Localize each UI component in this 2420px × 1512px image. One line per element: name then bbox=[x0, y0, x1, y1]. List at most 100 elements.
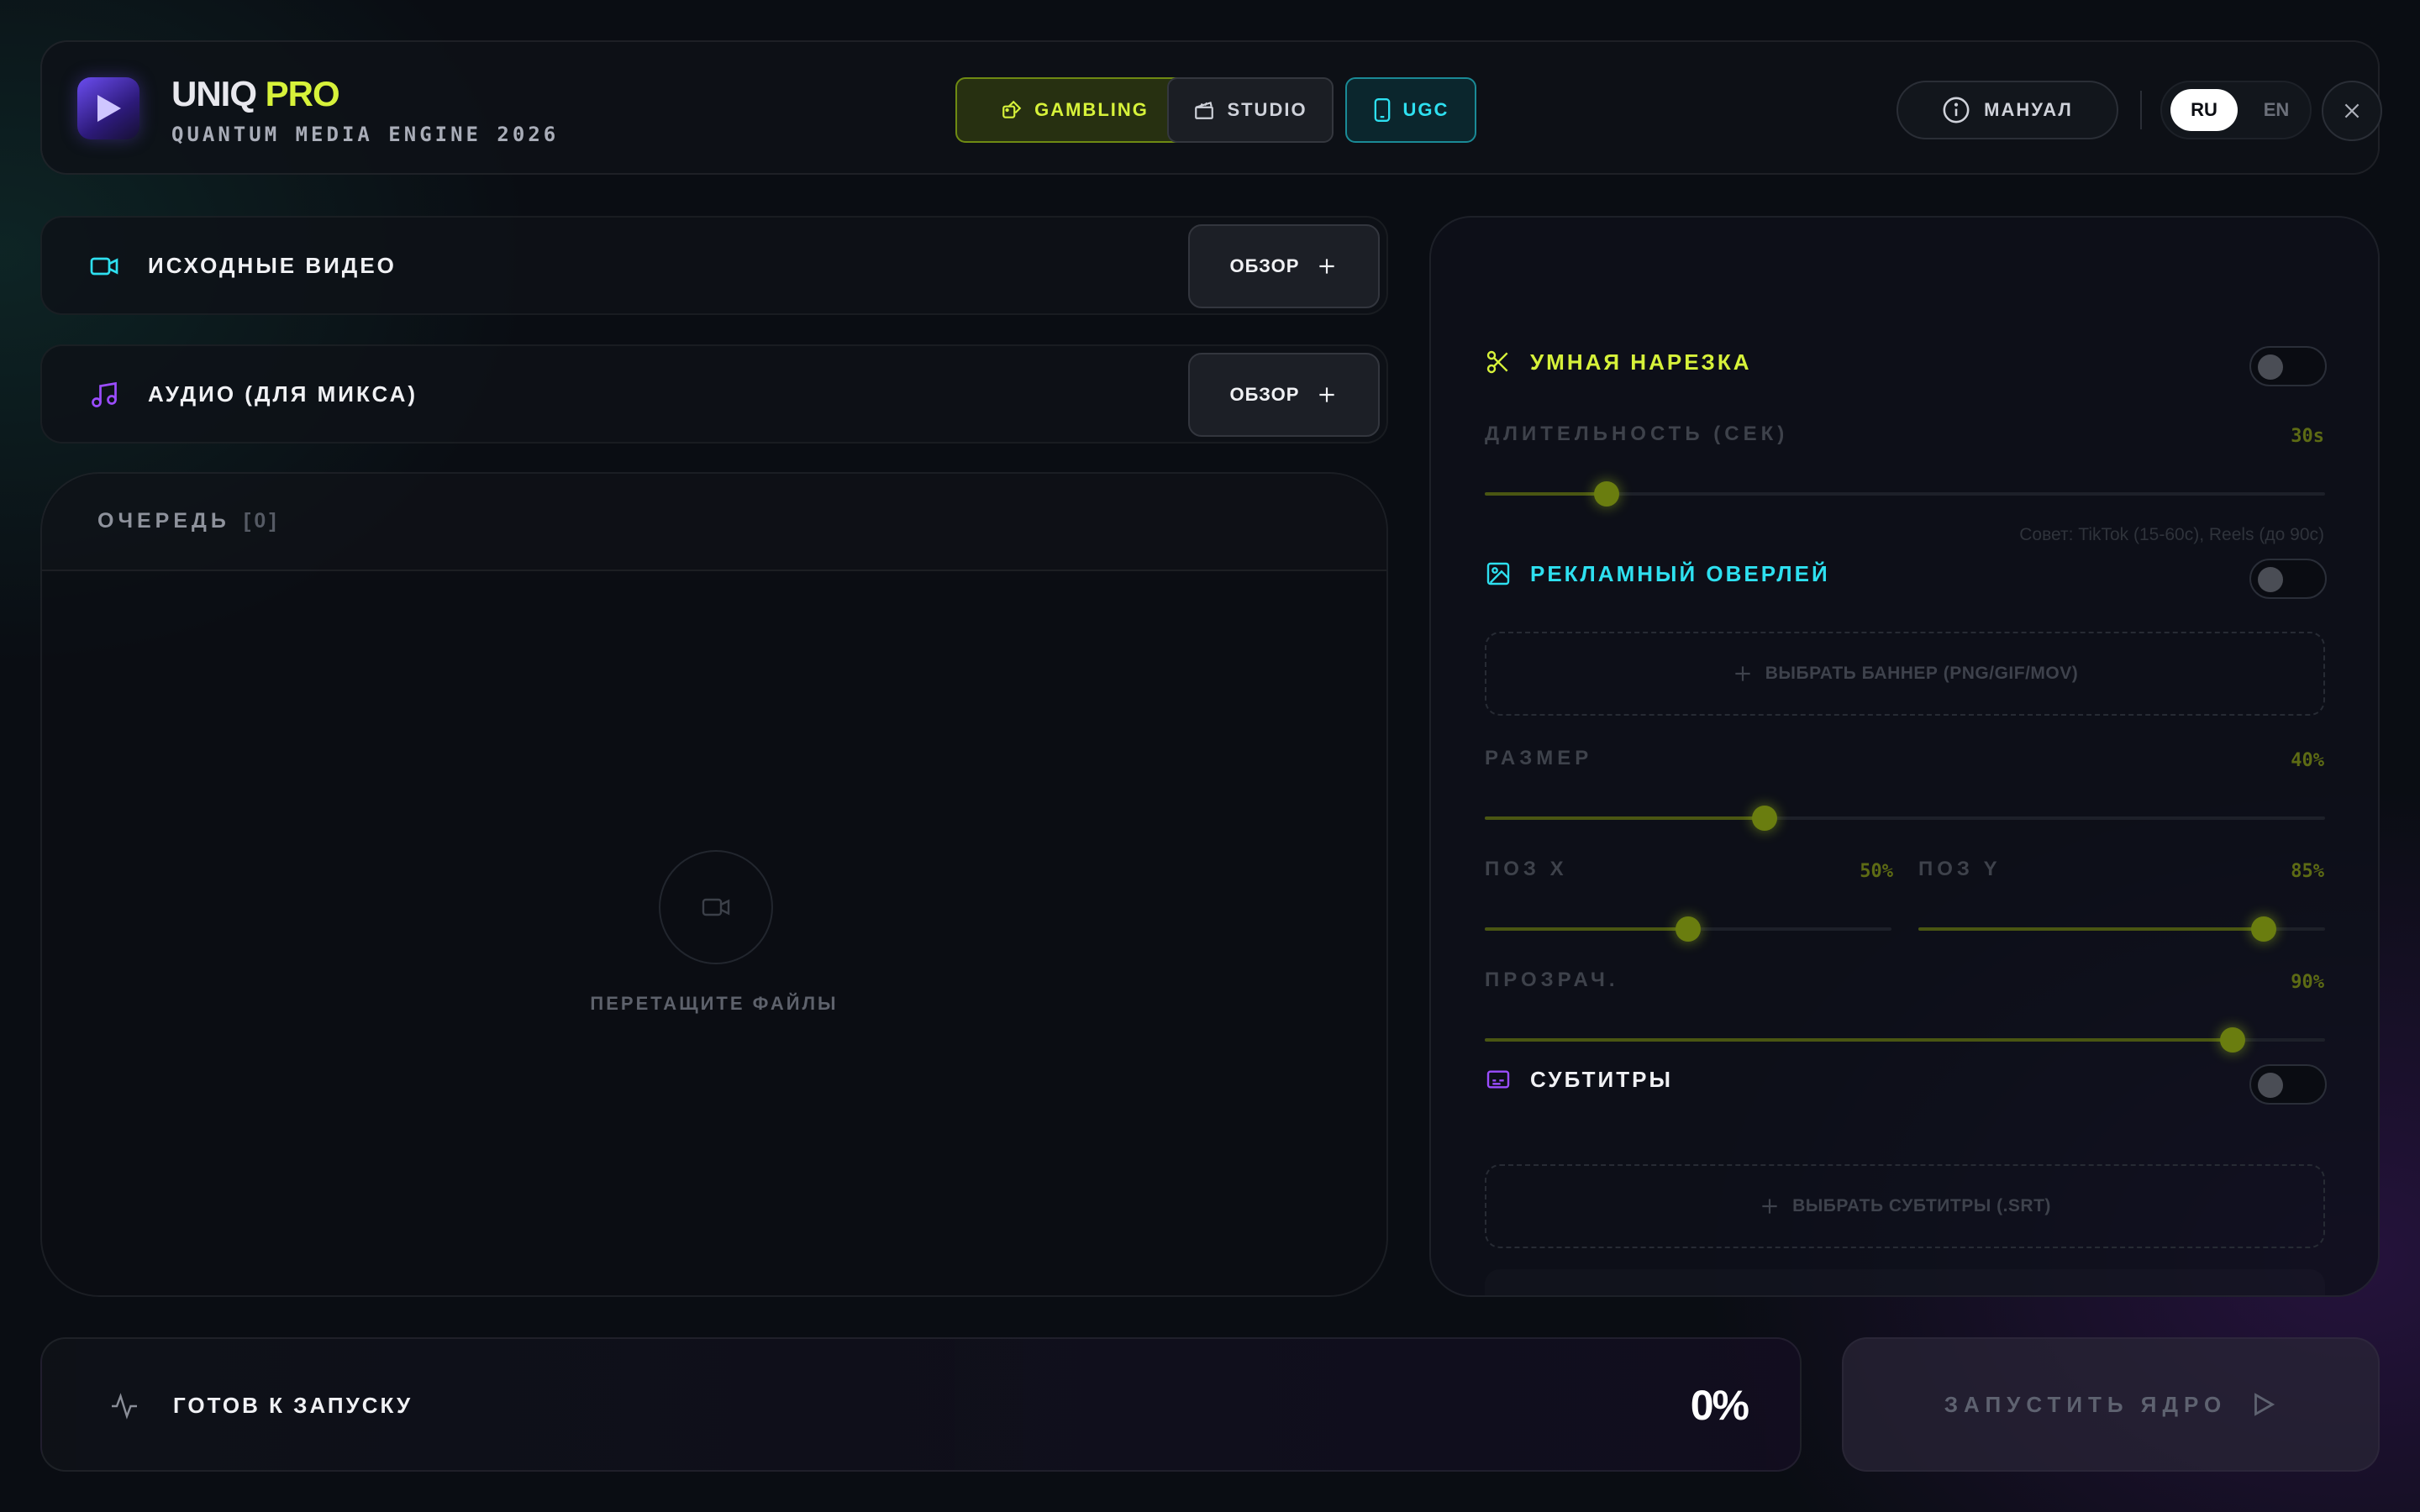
overlay-toggle[interactable] bbox=[2249, 559, 2327, 599]
mode-ugc-label: UGC bbox=[1402, 99, 1449, 120]
music-note-icon bbox=[92, 381, 117, 407]
opacity-slider-thumb[interactable] bbox=[2220, 1027, 2245, 1053]
size-value: 40% bbox=[2291, 750, 2324, 771]
brand-accent: PRO bbox=[265, 74, 340, 113]
drop-zone-text: ПЕРЕТАЩИТЕ ФАЙЛЫ bbox=[590, 993, 839, 1014]
language-switch: RU EN bbox=[2160, 81, 2312, 139]
close-button[interactable] bbox=[2322, 81, 2382, 141]
plus-icon bbox=[1319, 387, 1335, 402]
plus-icon bbox=[1319, 259, 1335, 274]
posy-slider-thumb[interactable] bbox=[2251, 916, 2277, 942]
brand-main: UNIQ bbox=[171, 74, 257, 113]
info-icon bbox=[1943, 97, 1970, 123]
close-icon bbox=[2344, 103, 2360, 118]
posy-label: ПОЗ Y bbox=[1918, 858, 2002, 880]
play-icon bbox=[97, 95, 121, 122]
select-subtitles-button[interactable]: ВЫБРАТЬ СУБТИТРЫ (.SRT) bbox=[1485, 1164, 2325, 1248]
clapperboard-icon bbox=[1195, 101, 1214, 119]
smart-cut-title: УМНАЯ НАРЕЗКА bbox=[1530, 349, 1752, 375]
run-engine-button[interactable]: ЗАПУСТИТЬ ЯДРО bbox=[1842, 1337, 2380, 1472]
browse-audio-label: ОБЗОР bbox=[1229, 384, 1300, 405]
plus-icon bbox=[1762, 1199, 1777, 1214]
posx-label: ПОЗ X bbox=[1485, 858, 1568, 880]
posx-slider-thumb[interactable] bbox=[1676, 916, 1701, 942]
subtitles-toggle[interactable] bbox=[2249, 1064, 2327, 1105]
mode-ugc-button[interactable]: UGC bbox=[1345, 77, 1476, 143]
posy-value: 85% bbox=[2291, 861, 2324, 882]
toggle-knob bbox=[2258, 1073, 2283, 1098]
phone-icon bbox=[1374, 98, 1390, 122]
subtitles-icon bbox=[1486, 1070, 1510, 1089]
slider-fill bbox=[1485, 816, 1765, 820]
status-text: ГОТОВ К ЗАПУСКУ bbox=[173, 1393, 413, 1418]
overlay-header: РЕКЛАМНЫЙ ОВЕРЛЕЙ bbox=[1485, 560, 1830, 587]
mode-studio-button[interactable]: STUDIO bbox=[1167, 77, 1334, 143]
run-engine-label: ЗАПУСТИТЬ ЯДРО bbox=[1944, 1391, 2228, 1417]
size-slider-thumb[interactable] bbox=[1752, 806, 1777, 831]
dice-icon bbox=[1002, 100, 1022, 118]
size-slider[interactable] bbox=[1485, 806, 2325, 831]
select-banner-button[interactable]: ВЫБРАТЬ БАННЕР (PNG/GIF/MOV) bbox=[1485, 632, 2325, 716]
slider-fill bbox=[1485, 492, 1607, 496]
duration-slider[interactable] bbox=[1485, 481, 2325, 507]
queue-panel[interactable]: ОЧЕРЕДЬ [0] ПЕРЕТАЩИТЕ ФАЙЛЫ bbox=[40, 472, 1388, 1297]
browse-video-button[interactable]: ОБЗОР bbox=[1188, 224, 1380, 308]
queue-title: ОЧЕРЕДЬ bbox=[97, 509, 230, 533]
manual-label: МАНУАЛ bbox=[1984, 99, 2073, 120]
overlay-title: РЕКЛАМНЫЙ ОВЕРЛЕЙ bbox=[1530, 560, 1830, 586]
source-audio-row: АУДИО (ДЛЯ МИКСА) ОБЗОР bbox=[40, 344, 1388, 444]
activity-icon bbox=[112, 1393, 137, 1420]
opacity-slider[interactable] bbox=[1485, 1027, 2325, 1053]
brand-subtitle: QUANTUM MEDIA ENGINE 2026 bbox=[171, 123, 560, 146]
slider-fill bbox=[1485, 1038, 2233, 1042]
mode-gambling-label: GAMBLING bbox=[1034, 99, 1149, 120]
select-banner-label: ВЫБРАТЬ БАННЕР (PNG/GIF/MOV) bbox=[1765, 664, 2079, 683]
slider-fill bbox=[1485, 927, 1688, 931]
subtitles-header: СУБТИТРЫ bbox=[1485, 1066, 1673, 1093]
mode-studio-label: STUDIO bbox=[1227, 99, 1307, 120]
toggle-knob bbox=[2258, 567, 2283, 592]
mode-gambling-button[interactable]: GAMBLING bbox=[955, 77, 1194, 143]
settings-panel: УМНАЯ НАРЕЗКА ДЛИТЕЛЬНОСТЬ (СЕК) 30s Сов… bbox=[1429, 216, 2380, 1297]
duration-value: 30s bbox=[2291, 426, 2324, 447]
source-video-label: ИСХОДНЫЕ ВИДЕО bbox=[148, 253, 397, 278]
opacity-value: 90% bbox=[2291, 972, 2324, 993]
status-bar: ГОТОВ К ЗАПУСКУ 0% bbox=[40, 1337, 1802, 1472]
scissors-icon bbox=[1486, 350, 1508, 374]
app-logo bbox=[77, 77, 139, 139]
subtitles-title: СУБТИТРЫ bbox=[1530, 1066, 1673, 1092]
drop-zone-icon-circle bbox=[659, 850, 773, 964]
browse-audio-button[interactable]: ОБЗОР bbox=[1188, 353, 1380, 437]
posx-slider[interactable] bbox=[1485, 916, 1891, 942]
queue-count: [0] bbox=[244, 509, 280, 533]
smart-cut-header: УМНАЯ НАРЕЗКА bbox=[1485, 349, 1751, 375]
duration-tip: Совет: TikTok (15-60с), Reels (до 90с) bbox=[2019, 525, 2324, 544]
opacity-label: ПРОЗРАЧ. bbox=[1485, 969, 1619, 991]
smart-cut-toggle[interactable] bbox=[2249, 346, 2327, 386]
settings-bottom-strip bbox=[1485, 1269, 2325, 1295]
duration-slider-thumb[interactable] bbox=[1594, 481, 1619, 507]
source-audio-label: АУДИО (ДЛЯ МИКСА) bbox=[148, 381, 418, 407]
toggle-knob bbox=[2258, 354, 2283, 380]
plus-icon bbox=[1735, 666, 1750, 681]
app-header: UNIQ PRO QUANTUM MEDIA ENGINE 2026 GAMBL… bbox=[40, 40, 2382, 175]
duration-label: ДЛИТЕЛЬНОСТЬ (СЕК) bbox=[1485, 423, 1789, 445]
lang-ru-button[interactable]: RU bbox=[2170, 89, 2238, 131]
play-icon bbox=[2254, 1393, 2275, 1416]
progress-percent: 0% bbox=[1690, 1382, 1749, 1429]
brand-title: UNIQ PRO bbox=[171, 74, 340, 114]
source-video-row: ИСХОДНЫЕ ВИДЕО ОБЗОР bbox=[40, 216, 1388, 315]
lang-en-button[interactable]: EN bbox=[2251, 89, 2302, 131]
size-label: РАЗМЕР bbox=[1485, 747, 1593, 769]
header-divider bbox=[2140, 91, 2142, 129]
video-camera-icon bbox=[702, 898, 730, 916]
slider-fill bbox=[1918, 927, 2265, 931]
video-camera-icon bbox=[90, 257, 118, 276]
manual-button[interactable]: МАНУАЛ bbox=[1897, 81, 2118, 139]
posy-slider[interactable] bbox=[1918, 916, 2325, 942]
queue-header: ОЧЕРЕДЬ [0] bbox=[42, 474, 1386, 571]
posx-value: 50% bbox=[1860, 861, 1893, 882]
browse-video-label: ОБЗОР bbox=[1229, 255, 1300, 276]
image-icon bbox=[1486, 562, 1510, 585]
select-subtitles-label: ВЫБРАТЬ СУБТИТРЫ (.SRT) bbox=[1792, 1196, 2051, 1215]
